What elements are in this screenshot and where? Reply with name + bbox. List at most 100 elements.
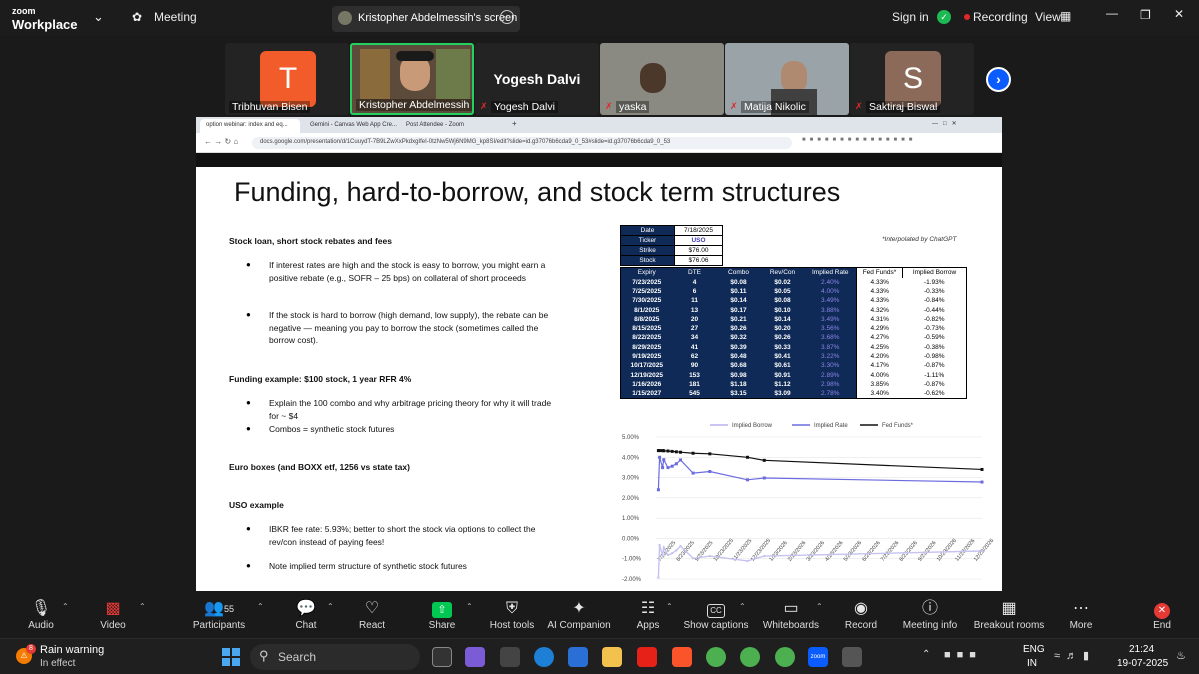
recording-status[interactable]: Recording xyxy=(973,10,1028,24)
y-tick-label: 2.00% xyxy=(622,496,640,502)
react-button[interactable]: ♡ React xyxy=(332,598,412,631)
data-point xyxy=(675,549,678,552)
extension-icons[interactable]: ■■■■■■■■■■■■■■■ xyxy=(802,137,972,147)
audio-options-caret-icon[interactable]: ⌃ xyxy=(62,602,69,611)
apps-caret-icon[interactable]: ⌃ xyxy=(666,602,673,611)
next-page-arrow-icon[interactable]: › xyxy=(986,67,1011,92)
windows-taskbar: ⚠ 8 Rain warning In effect ⚲ Search zoom … xyxy=(0,638,1199,674)
table-cell: 2.40% xyxy=(804,277,857,287)
table-cell: -0.33% xyxy=(902,286,967,297)
participant-tile[interactable]: Yogesh Dalvi Yogesh Dalvi ✗ xyxy=(475,43,599,115)
browser-tab[interactable]: Gemini - Canvas Web App Cre... xyxy=(304,119,397,133)
table-cell: 4.32% xyxy=(856,305,903,315)
breakout-rooms-button[interactable]: ▦ Breakout rooms xyxy=(969,598,1049,631)
data-point xyxy=(708,452,712,456)
section-heading: USO example xyxy=(229,500,284,510)
bullet-text: Combos = synthetic stock futures xyxy=(269,424,395,434)
meeting-info-button[interactable]: ⓘ Meeting info xyxy=(890,598,970,631)
bullet-text: If the stock is hard to borrow (high dem… xyxy=(269,310,549,345)
shield-check-icon[interactable]: ✓ xyxy=(937,10,951,24)
table-cell: $0.11 xyxy=(716,286,761,297)
participants-caret-icon[interactable]: ⌃ xyxy=(257,602,264,611)
table-cell: $0.14 xyxy=(760,314,805,324)
windows-start-icon[interactable] xyxy=(222,648,240,666)
table-cell: 1/15/2027 xyxy=(620,389,673,399)
table-cell: -0.87% xyxy=(902,379,967,390)
chevron-up-icon[interactable]: ⌃ xyxy=(922,649,930,660)
grid-view-icon[interactable]: ▦ xyxy=(1060,9,1071,23)
table-cell: 4.00% xyxy=(856,370,903,380)
store-icon[interactable] xyxy=(568,647,588,667)
weather-title[interactable]: Rain warning xyxy=(40,644,104,656)
wifi-volume-battery-icons[interactable]: ≈♬▮ xyxy=(1054,649,1095,662)
participant-tile[interactable]: S Saktiraj Biswal ✗ xyxy=(850,43,974,115)
participants-button[interactable]: 👥55 Participants xyxy=(179,598,259,631)
browser-tab-active[interactable]: option webinar: index and eq... xyxy=(200,119,300,133)
minimize-icon[interactable]: — xyxy=(1106,6,1118,20)
new-tab-icon[interactable]: + xyxy=(512,119,517,128)
record-button[interactable]: ◉ Record xyxy=(821,598,901,631)
table-row: 8/29/2025 41 $0.39 $0.33 3.87% 4.25% -0.38% xyxy=(620,342,967,352)
app-icon[interactable] xyxy=(842,647,862,667)
participant-tile[interactable]: T Tribhuvan Bisen xyxy=(225,43,349,115)
table-cell: 181 xyxy=(672,379,717,390)
task-view-icon[interactable] xyxy=(432,647,452,667)
close-icon[interactable]: ✕ xyxy=(1174,7,1184,21)
audio-button[interactable]: 🎙 Audio xyxy=(1,598,81,631)
column-header: Fed Funds* xyxy=(856,267,903,278)
bullet-text: Note implied term structure of synthetic… xyxy=(269,561,467,571)
app-icon[interactable] xyxy=(500,647,520,667)
restore-icon[interactable]: ❐ xyxy=(1140,8,1151,22)
slide-title: Funding, hard-to-borrow, and stock term … xyxy=(234,177,841,207)
screen-share-indicator[interactable]: Kristopher Abdelmessih's screen ··· xyxy=(332,6,520,32)
chrome-icon[interactable] xyxy=(706,647,726,667)
table-cell: $0.68 xyxy=(716,361,761,371)
table-cell: 3.85% xyxy=(856,379,903,390)
youtube-icon[interactable] xyxy=(637,647,657,667)
chrome-icon[interactable] xyxy=(740,647,760,667)
sign-in-button[interactable]: Sign in xyxy=(892,10,929,24)
participant-tile[interactable]: yaska ✗ xyxy=(600,43,724,115)
meeting-controls-toolbar: 🎙 Audio ⌃ ▩ Video ⌃ 👥55 Participants ⌃ 💬 Cha… xyxy=(0,594,1199,638)
taskbar-search-input[interactable]: ⚲ Search xyxy=(250,644,420,670)
clock-time[interactable]: 21:24 xyxy=(1129,644,1154,655)
nav-arrows-icon[interactable]: ← → ↻ ⌂ xyxy=(204,137,238,146)
participant-tile-active-speaker[interactable]: Kristopher Abdelmessih xyxy=(350,43,474,115)
meeting-label[interactable]: Meeting xyxy=(154,10,197,24)
captions-caret-icon[interactable]: ⌃ xyxy=(739,602,746,611)
info-key: Strike xyxy=(620,245,675,256)
table-cell: 9/19/2025 xyxy=(620,351,673,362)
more-options-icon[interactable]: ··· xyxy=(500,10,514,24)
more-button[interactable]: ⋯ More xyxy=(1041,598,1121,631)
ai-companion-button[interactable]: ✦ AI Companion xyxy=(539,598,619,631)
table-cell: -1.11% xyxy=(902,370,967,380)
video-options-caret-icon[interactable]: ⌃ xyxy=(139,602,146,611)
notification-bell-icon[interactable]: ♨ xyxy=(1176,649,1186,662)
uso-info-table: Date 7/18/2025 Ticker USO Strike $76.00 Sto… xyxy=(620,225,723,266)
legend-label: Implied Borrow xyxy=(732,423,773,429)
participant-tile[interactable]: Matija Nikolic ✗ xyxy=(725,43,849,115)
language-indicator[interactable]: ENG xyxy=(1023,644,1045,655)
table-cell: 10/17/2025 xyxy=(620,361,673,371)
x-tick-label: 4/23/2026 xyxy=(824,540,844,563)
chevron-down-icon[interactable]: ⌄ xyxy=(93,9,104,25)
muted-mic-icon: ✗ xyxy=(855,101,863,111)
file-explorer-icon[interactable] xyxy=(602,647,622,667)
edge-icon[interactable] xyxy=(534,647,554,667)
system-tray-icons[interactable]: ■■■ xyxy=(944,649,982,661)
table-cell: $0.26 xyxy=(716,323,761,334)
data-point xyxy=(679,458,683,462)
table-cell: -1.93% xyxy=(902,277,967,287)
end-button[interactable]: ✕ End xyxy=(1122,598,1199,631)
brave-icon[interactable] xyxy=(672,647,692,667)
view-button[interactable]: View xyxy=(1035,10,1061,24)
table-cell: 7/25/2025 xyxy=(620,286,673,297)
info-value: $76.00 xyxy=(674,245,723,256)
browser-tab[interactable]: Post Attendee - Zoom xyxy=(400,119,492,133)
chrome-icon[interactable] xyxy=(775,647,795,667)
table-cell: 3.40% xyxy=(856,389,903,399)
copilot-icon[interactable] xyxy=(465,647,485,667)
window-controls-icon[interactable]: — □ ✕ xyxy=(932,120,957,127)
url-input[interactable]: docs.google.com/presentation/d/1CuuydT-7… xyxy=(252,137,792,149)
zoom-app-icon[interactable]: zoom xyxy=(808,647,828,667)
